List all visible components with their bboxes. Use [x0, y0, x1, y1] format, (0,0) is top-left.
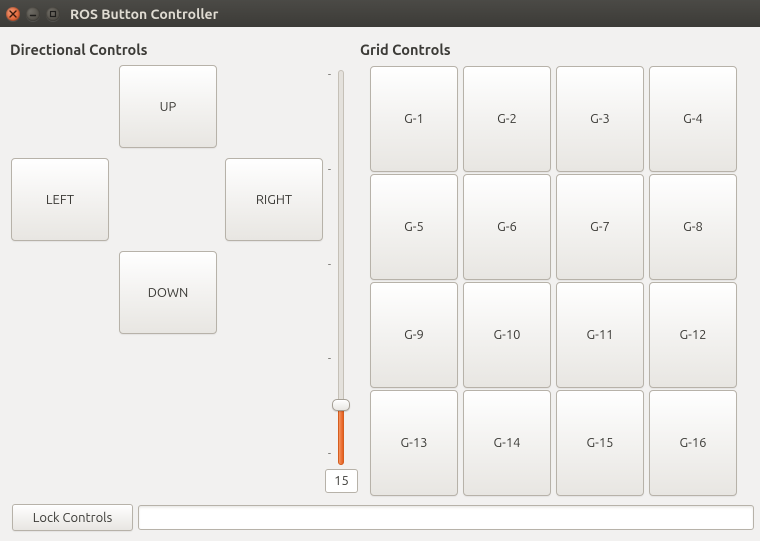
grid-button-14[interactable]: G-14 — [463, 390, 551, 496]
client-area: Directional Controls Grid Controls UP LE… — [0, 27, 760, 541]
grid-button-9[interactable]: G-9 — [370, 282, 458, 388]
slider-tick: - — [328, 354, 331, 365]
slider-ticks: - - - - - — [328, 70, 331, 460]
grid-button-5[interactable]: G-5 — [370, 174, 458, 280]
grid-button-7[interactable]: G-7 — [556, 174, 644, 280]
window-buttons — [6, 7, 60, 21]
slider-thumb[interactable] — [332, 399, 350, 411]
slider[interactable]: - - - - - — [325, 67, 355, 497]
grid-button-15[interactable]: G-15 — [556, 390, 644, 496]
grid-button-8[interactable]: G-8 — [649, 174, 737, 280]
slider-fill — [338, 404, 344, 465]
dpad-left-button[interactable]: LEFT — [11, 158, 109, 241]
dpad-up-button[interactable]: UP — [119, 65, 217, 148]
grid-button-13[interactable]: G-13 — [370, 390, 458, 496]
grid-button-1[interactable]: G-1 — [370, 66, 458, 172]
grid-button-12[interactable]: G-12 — [649, 282, 737, 388]
slider-tick: - — [328, 70, 331, 81]
minimize-icon[interactable] — [26, 7, 40, 21]
lock-controls-button[interactable]: Lock Controls — [12, 504, 133, 531]
grid-button-4[interactable]: G-4 — [649, 66, 737, 172]
grid-button-2[interactable]: G-2 — [463, 66, 551, 172]
slider-tick: - — [328, 260, 331, 271]
directional-controls-label: Directional Controls — [10, 41, 148, 58]
dpad-right-button[interactable]: RIGHT — [225, 158, 323, 241]
dpad-down-button[interactable]: DOWN — [119, 251, 217, 334]
slider-tick: - — [328, 449, 331, 460]
grid-button-16[interactable]: G-16 — [649, 390, 737, 496]
grid-button-11[interactable]: G-11 — [556, 282, 644, 388]
window-title: ROS Button Controller — [70, 6, 218, 22]
close-icon[interactable] — [6, 7, 20, 21]
grid-button-6[interactable]: G-6 — [463, 174, 551, 280]
maximize-icon[interactable] — [46, 7, 60, 21]
titlebar: ROS Button Controller — [0, 0, 760, 27]
slider-tick: - — [328, 165, 331, 176]
slider-value-field[interactable]: 15 — [325, 469, 358, 493]
grid-button-10[interactable]: G-10 — [463, 282, 551, 388]
grid-controls-label: Grid Controls — [360, 41, 451, 58]
grid-button-3[interactable]: G-3 — [556, 66, 644, 172]
status-input[interactable] — [138, 505, 754, 530]
